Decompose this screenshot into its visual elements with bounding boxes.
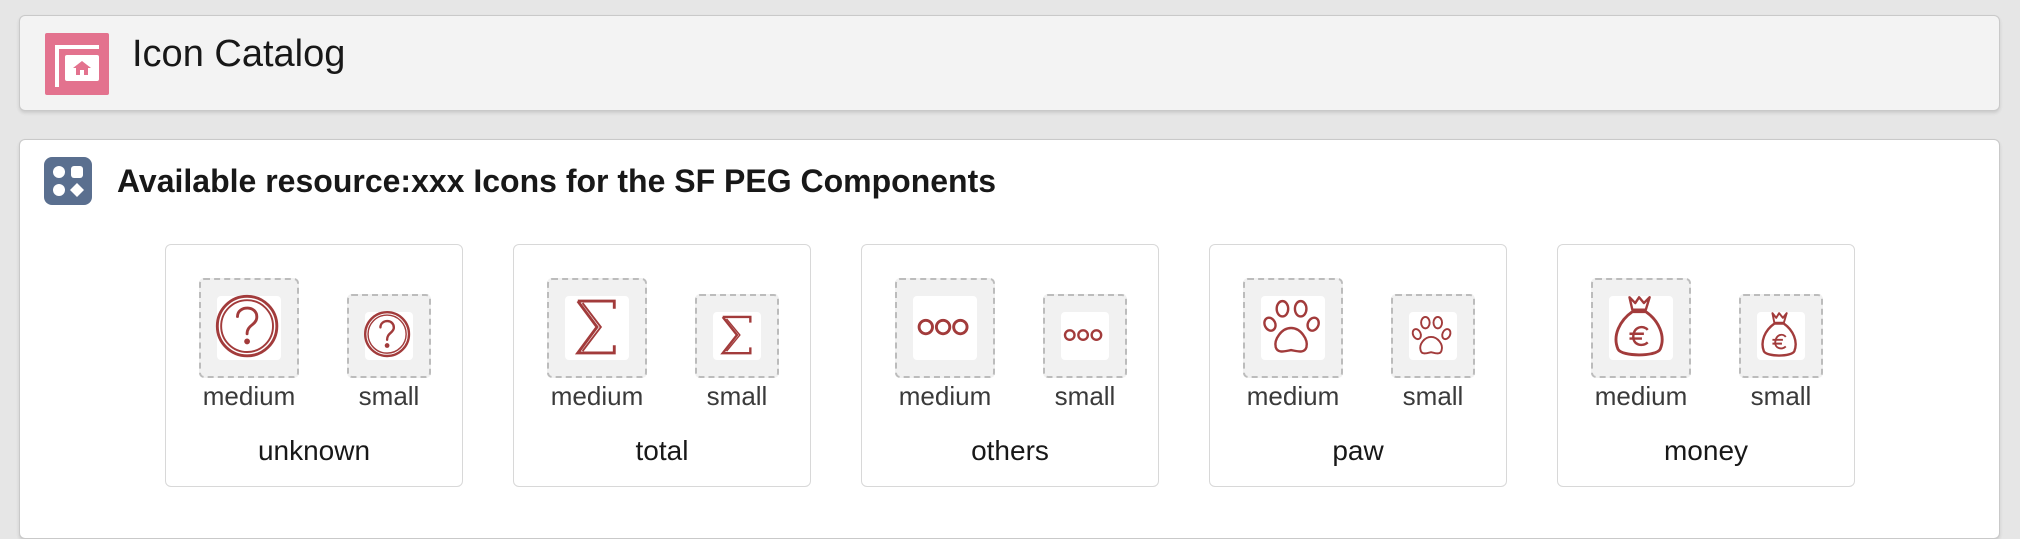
icon-catalog-card: Available resource:xxx Icons for the SF …	[19, 139, 2000, 539]
sigma-icon	[574, 299, 616, 355]
medium-label: medium	[1246, 381, 1340, 411]
icon-tile-money: medium small money	[1557, 244, 1855, 487]
apps-icon	[44, 157, 92, 205]
money-bag-icon	[1761, 312, 1797, 357]
medium-icon-frame	[895, 278, 995, 378]
medium-label: medium	[550, 381, 644, 411]
icon-name: others	[971, 435, 1049, 466]
medium-icon-frame	[1243, 278, 1343, 378]
page-title: Icon Catalog	[132, 33, 346, 75]
catalog-icon	[45, 33, 109, 95]
medium-icon-frame	[199, 278, 299, 378]
medium-icon-frame	[547, 278, 647, 378]
small-label: small	[1402, 381, 1464, 411]
icon-name: money	[1663, 435, 1749, 466]
small-label: small	[1750, 381, 1812, 411]
page-header: Icon Catalog	[19, 15, 2000, 111]
icon-name: paw	[1332, 435, 1384, 466]
ellipsis-icon	[917, 318, 969, 336]
icon-tile-others: medium small others	[861, 244, 1159, 487]
icon-tile-unknown: medium small unknown	[165, 244, 463, 487]
small-icon-frame	[347, 294, 431, 378]
icon-tile-total: medium small total	[513, 244, 811, 487]
small-label: small	[706, 381, 768, 411]
icon-tile-paw: medium small paw	[1209, 244, 1507, 487]
question-icon	[364, 311, 411, 358]
medium-label: medium	[202, 381, 296, 411]
money-bag-icon	[1614, 296, 1664, 357]
medium-icon-frame	[1591, 278, 1691, 378]
small-icon-frame	[695, 294, 779, 378]
small-label: small	[1054, 381, 1116, 411]
ellipsis-icon	[1063, 329, 1103, 341]
small-icon-frame	[1391, 294, 1475, 378]
medium-label: medium	[898, 381, 992, 411]
small-icon-frame	[1739, 294, 1823, 378]
sigma-icon	[720, 315, 752, 355]
small-label: small	[358, 381, 420, 411]
icon-name: total	[635, 435, 689, 466]
question-icon	[215, 294, 279, 358]
small-icon-frame	[1043, 294, 1127, 378]
card-title: Available resource:xxx Icons for the SF …	[117, 163, 997, 199]
paw-icon	[1411, 316, 1452, 355]
icon-name: unknown	[257, 435, 371, 466]
medium-label: medium	[1594, 381, 1688, 411]
paw-icon	[1263, 299, 1320, 353]
